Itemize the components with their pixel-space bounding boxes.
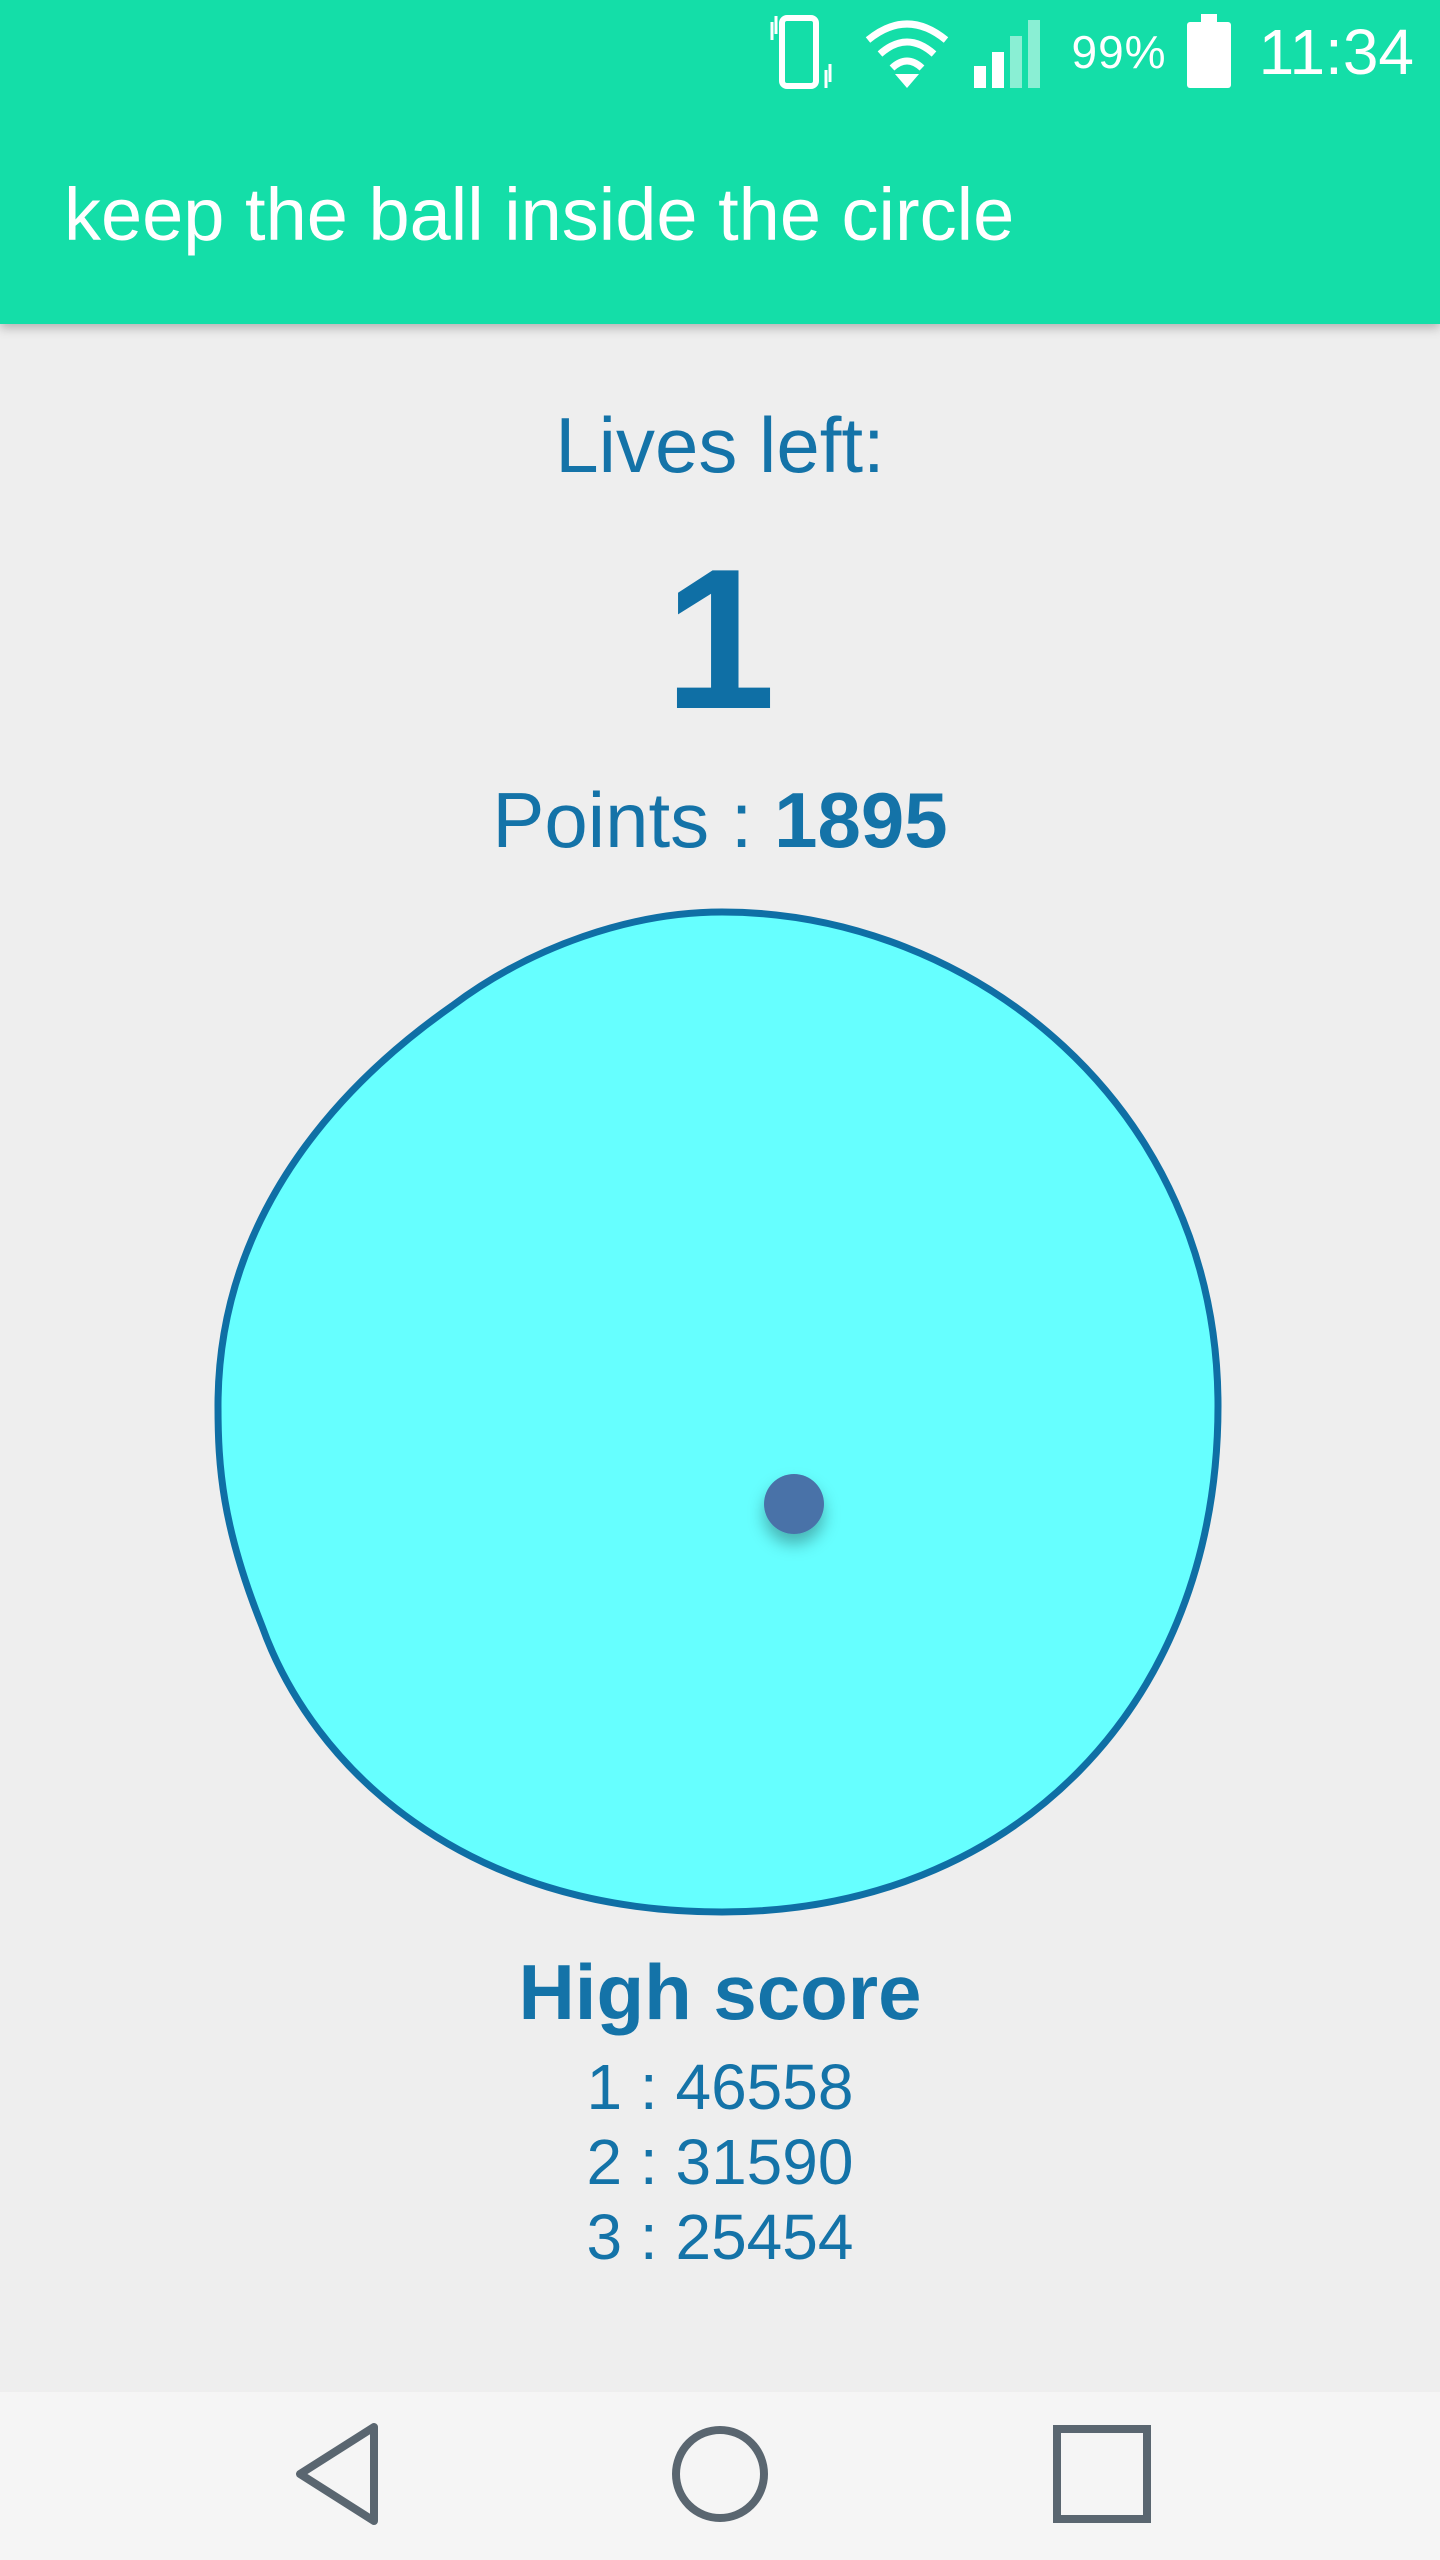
high-score-entry: 2 : 31590 (586, 2126, 854, 2198)
wifi-icon (862, 12, 952, 92)
navigation-bar (0, 2392, 1440, 2560)
lives-value: 1 (664, 528, 776, 751)
ball[interactable] (764, 1474, 824, 1534)
vibrate-icon (764, 12, 844, 92)
points-label: Points : (492, 776, 775, 864)
points-value: 1895 (774, 776, 948, 864)
app-header: 99% 11:34 keep the ball inside the circl… (0, 0, 1440, 324)
play-circle (214, 908, 1222, 1916)
battery-icon (1185, 12, 1233, 92)
high-score-entry: 1 : 46558 (586, 2051, 854, 2123)
status-bar: 99% 11:34 (0, 0, 1440, 100)
recents-button[interactable] (1042, 2416, 1162, 2536)
back-button[interactable] (280, 2416, 400, 2536)
game-screen: 99% 11:34 keep the ball inside the circl… (0, 0, 1440, 2560)
lives-label: Lives left: (555, 401, 885, 489)
home-icon (665, 2419, 775, 2534)
high-score-list: 1 : 46558 2 : 31590 3 : 25454 (0, 2050, 1440, 2275)
game-area[interactable] (212, 906, 1224, 1918)
high-score-title: High score (518, 1948, 922, 2036)
recents-icon (1047, 2419, 1157, 2534)
back-icon (290, 2419, 390, 2534)
status-time: 11:34 (1258, 16, 1414, 88)
cell-signal-icon (970, 12, 1054, 92)
battery-percent: 99% (1071, 26, 1167, 78)
game-canvas[interactable] (212, 906, 1224, 1918)
high-score-entry: 3 : 25454 (586, 2201, 854, 2273)
app-title: keep the ball inside the circle (64, 173, 1015, 256)
status-icons: 99% 11:34 (764, 10, 1414, 94)
points-line: Points : 1895 (0, 770, 1440, 870)
home-button[interactable] (660, 2416, 780, 2536)
